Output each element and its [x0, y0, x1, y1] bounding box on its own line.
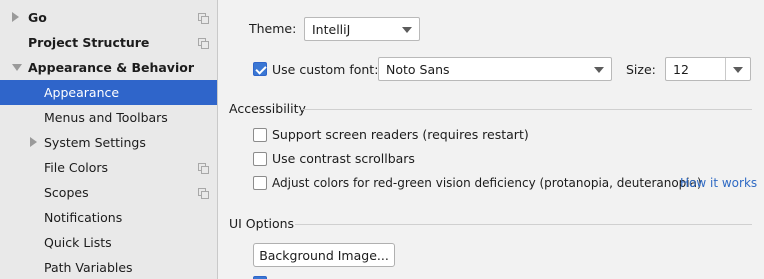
- expand-arrow-icon[interactable]: [12, 12, 19, 22]
- sidebar-item-menus-toolbars[interactable]: Menus and Toolbars: [0, 105, 217, 130]
- contrast-scrollbars-label[interactable]: Use contrast scrollbars: [272, 151, 415, 166]
- sidebar-item-quick-lists[interactable]: Quick Lists: [0, 230, 217, 255]
- screen-readers-checkbox[interactable]: [253, 128, 267, 142]
- background-image-button[interactable]: Background Image...: [253, 243, 395, 267]
- background-image-button-label: Background Image...: [259, 247, 389, 263]
- sidebar-item-project-structure[interactable]: Project Structure: [0, 30, 217, 55]
- sidebar-item-label: System Settings: [44, 135, 146, 150]
- sidebar-item-appearance[interactable]: Appearance: [0, 80, 217, 105]
- settings-sidebar: Go Project Structure Appearance & Behavi…: [0, 0, 218, 279]
- font-dropdown-value: Noto Sans: [386, 61, 450, 77]
- sidebar-item-appearance-behavior[interactable]: Appearance & Behavior: [0, 55, 217, 80]
- sidebar-item-label: Path Variables: [44, 260, 133, 275]
- sidebar-item-label: Project Structure: [28, 35, 150, 50]
- theme-dropdown-value: IntelliJ: [312, 21, 351, 37]
- sidebar-item-go[interactable]: Go: [0, 5, 217, 30]
- font-size-label: Size:: [626, 62, 656, 77]
- chevron-down-icon: [402, 27, 412, 33]
- screen-readers-label[interactable]: Support screen readers (requires restart…: [272, 127, 529, 142]
- section-divider: [295, 224, 752, 225]
- accessibility-section-title: Accessibility: [229, 101, 306, 116]
- contrast-scrollbars-checkbox[interactable]: [253, 152, 267, 166]
- sidebar-item-scopes[interactable]: Scopes: [0, 180, 217, 205]
- ui-options-section-title: UI Options: [229, 216, 295, 231]
- sidebar-item-label: Appearance & Behavior: [28, 60, 194, 75]
- theme-label: Theme:: [249, 21, 297, 36]
- sidebar-item-label: Scopes: [44, 185, 89, 200]
- sidebar-item-label: Notifications: [44, 210, 123, 225]
- sidebar-item-label: Go: [28, 10, 47, 25]
- combo-separator: [725, 58, 726, 80]
- section-divider: [301, 109, 752, 110]
- color-deficiency-label[interactable]: Adjust colors for red-green vision defic…: [272, 176, 702, 190]
- color-deficiency-checkbox[interactable]: [253, 176, 267, 190]
- sidebar-item-label: Quick Lists: [44, 235, 112, 250]
- project-level-icon: [198, 188, 209, 199]
- how-it-works-link[interactable]: How it works: [680, 176, 757, 190]
- sidebar-item-system-settings[interactable]: System Settings: [0, 130, 217, 155]
- theme-dropdown[interactable]: IntelliJ: [304, 17, 420, 41]
- appearance-settings-panel: Theme: IntelliJ Use custom font: Noto Sa…: [219, 0, 764, 279]
- sidebar-item-label: Menus and Toolbars: [44, 110, 168, 125]
- font-size-value: 12: [673, 61, 689, 77]
- sidebar-item-path-variables[interactable]: Path Variables: [0, 255, 217, 279]
- sidebar-item-label: File Colors: [44, 160, 109, 175]
- chevron-down-icon: [733, 67, 743, 73]
- chevron-down-icon: [594, 67, 604, 73]
- sidebar-item-notifications[interactable]: Notifications: [0, 205, 217, 230]
- expand-arrow-icon[interactable]: [30, 137, 37, 147]
- project-level-icon: [198, 13, 209, 24]
- sidebar-item-label: Appearance: [44, 85, 120, 100]
- project-level-icon: [198, 163, 209, 174]
- use-custom-font-label[interactable]: Use custom font:: [272, 62, 378, 77]
- font-size-combo[interactable]: 12: [665, 57, 751, 81]
- use-custom-font-checkbox[interactable]: [253, 62, 267, 76]
- collapse-arrow-icon[interactable]: [12, 64, 22, 71]
- font-dropdown[interactable]: Noto Sans: [378, 57, 612, 81]
- project-level-icon: [198, 38, 209, 49]
- sidebar-item-file-colors[interactable]: File Colors: [0, 155, 217, 180]
